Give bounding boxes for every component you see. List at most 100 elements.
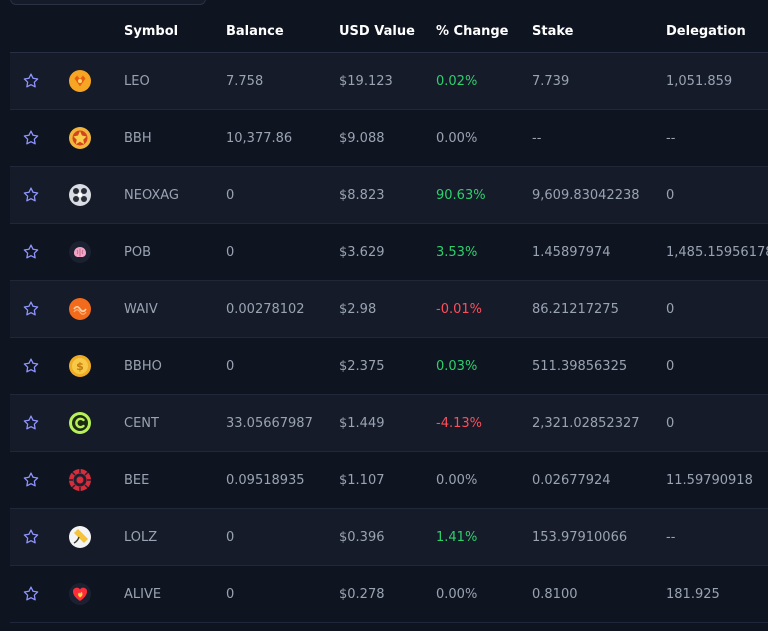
- token-usd-value: $19.123: [339, 73, 393, 89]
- favorite-star-icon[interactable]: [22, 167, 42, 223]
- favorite-star-icon[interactable]: [22, 224, 42, 280]
- lolz-token-icon: [68, 509, 94, 565]
- token-change: -0.01%: [436, 301, 482, 317]
- token-symbol[interactable]: BBH: [124, 110, 152, 166]
- token-delegation: 11.59790918: [666, 472, 753, 488]
- bbho-coin-icon: $: [68, 338, 94, 394]
- token-usd-value: $2.98: [339, 301, 377, 317]
- top-control-stub[interactable]: [10, 0, 206, 5]
- token-delegation: 1,051.859: [666, 73, 733, 89]
- token-symbol[interactable]: CENT: [124, 395, 159, 451]
- token-usd-value: $2.375: [339, 358, 385, 374]
- table-row[interactable]: POB 0 $3.629 3.53% 1.45897974 1,485.15956178: [10, 224, 768, 281]
- header-stake[interactable]: Stake: [532, 10, 573, 52]
- table-body: LEO 7.758 $19.123 0.02% 7.739 1,051.859 BBH 10,…: [10, 53, 768, 623]
- table-row[interactable]: BEE 0.09518935 $1.107 0.00% 0.02677924 11.597…: [10, 452, 768, 509]
- token-usd-value: $9.088: [339, 130, 385, 146]
- token-usd-value: $1.449: [339, 415, 385, 431]
- table-row[interactable]: BBH 10,377.86 $9.088 0.00% -- --: [10, 110, 768, 167]
- favorite-star-icon[interactable]: [22, 452, 42, 508]
- token-stake: 2,321.02852327: [532, 415, 640, 431]
- token-usd-value: $8.823: [339, 187, 385, 203]
- alive-heart-icon: [68, 566, 94, 622]
- token-table: Symbol Balance USD Value % Change Stake …: [10, 10, 768, 623]
- token-delegation: 0: [666, 187, 675, 203]
- bee-token-icon: [68, 452, 94, 508]
- token-delegation: 0: [666, 415, 675, 431]
- favorite-star-icon[interactable]: [22, 110, 42, 166]
- token-stake: --: [532, 130, 542, 146]
- token-delegation: 181.925: [666, 586, 720, 602]
- token-stake: 153.97910066: [532, 529, 628, 545]
- header-delegation[interactable]: Delegation: [666, 10, 746, 52]
- table-row[interactable]: NEOXAG 0 $8.823 90.63% 9,609.83042238 0: [10, 167, 768, 224]
- leo-token-icon: [68, 53, 94, 109]
- token-change: 3.53%: [436, 244, 478, 260]
- table-row[interactable]: $ BBHO 0 $2.375 0.03% 511.39856325 0: [10, 338, 768, 395]
- token-change: 0.03%: [436, 358, 478, 374]
- token-delegation: 0: [666, 301, 675, 317]
- token-stake: 86.21217275: [532, 301, 619, 317]
- table-row[interactable]: LOLZ 0 $0.396 1.41% 153.97910066 --: [10, 509, 768, 566]
- token-stake: 1.45897974: [532, 244, 611, 260]
- header-usd-value[interactable]: USD Value: [339, 10, 415, 52]
- token-usd-value: $0.396: [339, 529, 385, 545]
- token-balance: 0: [226, 244, 235, 260]
- token-symbol[interactable]: POB: [124, 224, 151, 280]
- token-balance: 0: [226, 586, 235, 602]
- token-balance: 7.758: [226, 73, 264, 89]
- token-change: 1.41%: [436, 529, 478, 545]
- header-change[interactable]: % Change: [436, 10, 509, 52]
- table-row[interactable]: LEO 7.758 $19.123 0.02% 7.739 1,051.859: [10, 53, 768, 110]
- token-change: 0.00%: [436, 586, 478, 602]
- pob-brain-icon: [68, 224, 94, 280]
- favorite-star-icon[interactable]: [22, 53, 42, 109]
- token-symbol[interactable]: ALIVE: [124, 566, 161, 622]
- waiv-token-icon: [68, 281, 94, 337]
- favorite-star-icon[interactable]: [22, 509, 42, 565]
- token-usd-value: $3.629: [339, 244, 385, 260]
- header-balance[interactable]: Balance: [226, 10, 284, 52]
- favorite-star-icon[interactable]: [22, 338, 42, 394]
- token-stake: 511.39856325: [532, 358, 628, 374]
- token-change: 0.00%: [436, 472, 478, 488]
- token-stake: 0.8100: [532, 586, 578, 602]
- token-balance: 10,377.86: [226, 130, 293, 146]
- favorite-star-icon[interactable]: [22, 281, 42, 337]
- token-symbol[interactable]: BBHO: [124, 338, 162, 394]
- favorite-star-icon[interactable]: [22, 566, 42, 622]
- token-change: -4.13%: [436, 415, 482, 431]
- token-change: 0.02%: [436, 73, 478, 89]
- token-symbol[interactable]: WAIV: [124, 281, 158, 337]
- token-balance: 0: [226, 529, 235, 545]
- token-balance: 0: [226, 187, 235, 203]
- wallet-page: Symbol Balance USD Value % Change Stake …: [0, 0, 768, 631]
- token-change: 0.00%: [436, 130, 478, 146]
- svg-text:$: $: [76, 360, 84, 373]
- table-row[interactable]: ALIVE 0 $0.278 0.00% 0.8100 181.925: [10, 566, 768, 623]
- token-stake: 7.739: [532, 73, 570, 89]
- token-balance: 0.09518935: [226, 472, 305, 488]
- token-usd-value: $1.107: [339, 472, 385, 488]
- token-usd-value: $0.278: [339, 586, 385, 602]
- neoxag-token-icon: [68, 167, 94, 223]
- token-stake: 0.02677924: [532, 472, 611, 488]
- token-delegation: --: [666, 130, 676, 146]
- token-symbol[interactable]: BEE: [124, 452, 149, 508]
- token-delegation: 1,485.15956178: [666, 244, 768, 260]
- token-symbol[interactable]: NEOXAG: [124, 167, 179, 223]
- header-symbol[interactable]: Symbol: [124, 10, 178, 52]
- token-symbol[interactable]: LEO: [124, 53, 150, 109]
- token-delegation: 0: [666, 358, 675, 374]
- table-row[interactable]: WAIV 0.00278102 $2.98 -0.01% 86.21217275 0: [10, 281, 768, 338]
- table-header-row: Symbol Balance USD Value % Change Stake …: [10, 10, 768, 53]
- token-change: 90.63%: [436, 187, 486, 203]
- token-balance: 0: [226, 358, 235, 374]
- token-stake: 9,609.83042238: [532, 187, 640, 203]
- token-symbol[interactable]: LOLZ: [124, 509, 157, 565]
- token-balance: 0.00278102: [226, 301, 305, 317]
- token-balance: 33.05667987: [226, 415, 313, 431]
- token-delegation: --: [666, 529, 676, 545]
- table-row[interactable]: CENT 33.05667987 $1.449 -4.13% 2,321.0285232…: [10, 395, 768, 452]
- favorite-star-icon[interactable]: [22, 395, 42, 451]
